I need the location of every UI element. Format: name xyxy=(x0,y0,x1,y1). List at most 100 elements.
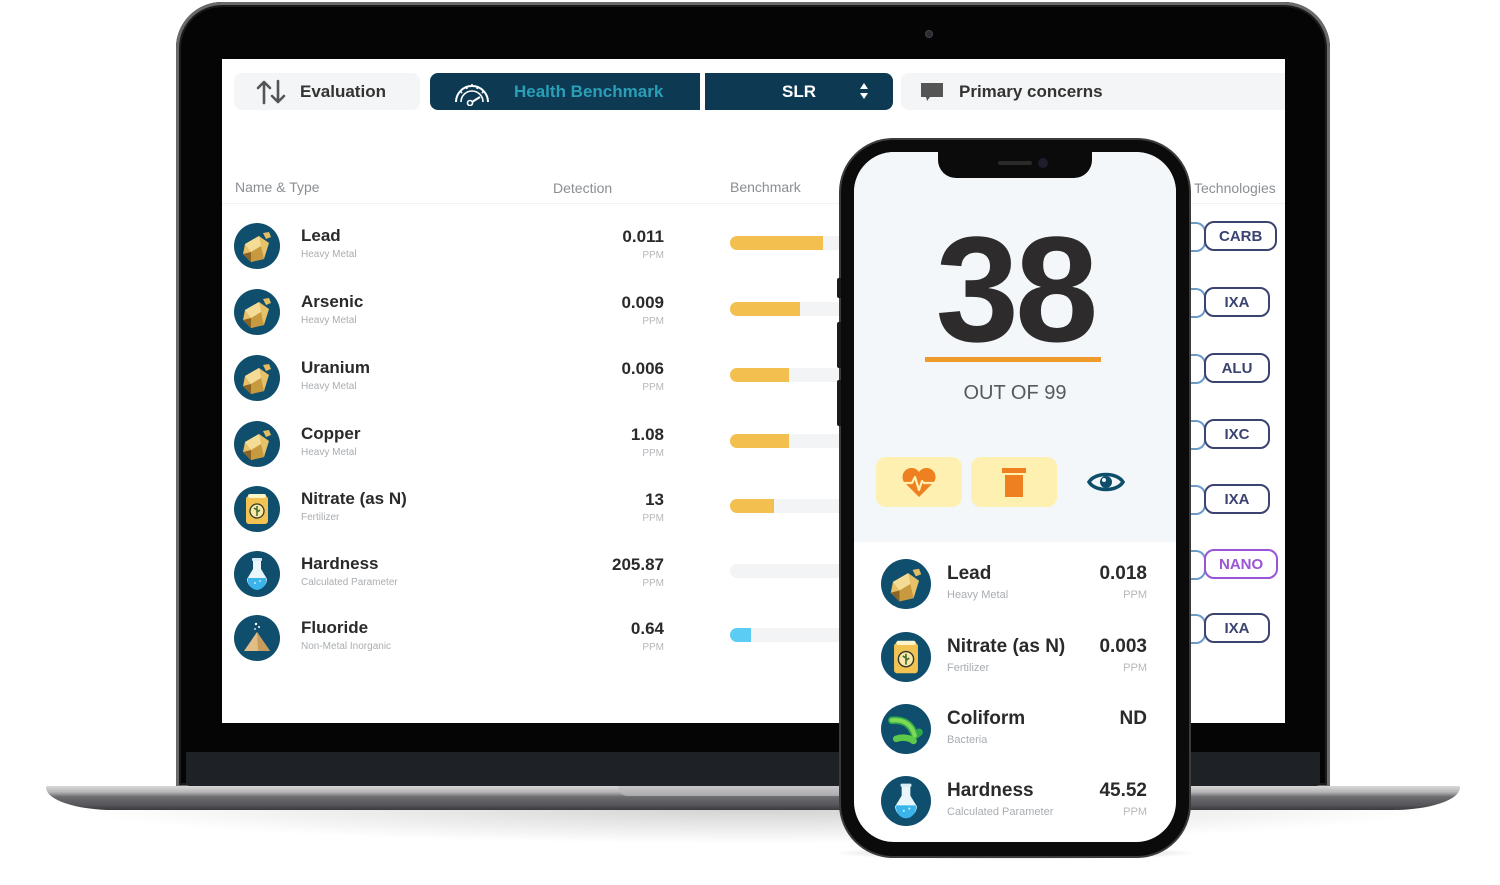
phone-camera xyxy=(1038,158,1048,168)
eye-icon[interactable] xyxy=(1086,465,1126,499)
detection-unit: PPM xyxy=(642,448,664,459)
benchmark-bar xyxy=(730,499,855,513)
detection-value: 0.006 xyxy=(621,359,664,378)
technology-badge[interactable]: CARB xyxy=(1204,221,1278,251)
health-action-button[interactable] xyxy=(876,457,962,507)
contaminant-type: Heavy Metal xyxy=(301,315,357,326)
laptop-camera xyxy=(925,30,933,38)
tab-health-benchmark[interactable]: Health Benchmark xyxy=(430,73,700,110)
contaminant-name: Hardness xyxy=(947,780,1034,801)
tab-primary-concerns-label: Primary concerns xyxy=(959,81,1103,101)
phone-notch xyxy=(938,152,1092,178)
benchmark-bar-fill xyxy=(730,236,823,250)
rock-icon xyxy=(234,421,280,467)
heart-pulse-icon xyxy=(902,467,936,497)
detection-unit: PPM xyxy=(1123,662,1147,674)
contaminant-type: Fertilizer xyxy=(301,512,340,523)
contaminant-name: Coliform xyxy=(947,708,1026,729)
contaminant-name: Fluoride xyxy=(301,618,369,637)
contaminant-type: Heavy Metal xyxy=(301,381,357,392)
detection-value: 13 xyxy=(645,490,664,509)
rock-icon xyxy=(234,223,280,269)
benchmark-bar xyxy=(730,564,855,578)
flask-icon xyxy=(234,551,280,597)
contaminant-type: Calculated Parameter xyxy=(947,806,1054,818)
tab-bar: Evaluation Health Benchmark SLR Primary … xyxy=(234,73,1285,111)
speech-bubble-icon xyxy=(921,82,943,101)
detection-unit: PPM xyxy=(642,250,664,261)
water-score: 38 xyxy=(935,205,1099,373)
contaminant-name: Nitrate (as N) xyxy=(947,636,1066,657)
detection-unit: PPM xyxy=(642,513,664,524)
laptop-shadow xyxy=(70,808,1440,844)
column-header-detection[interactable]: Detection xyxy=(553,180,612,196)
list-item[interactable]: Lead Heavy Metal 0.018 PPM xyxy=(881,559,1159,613)
technology-badge[interactable]: IXA xyxy=(1204,613,1270,643)
benchmark-bar-fill xyxy=(730,368,789,382)
contaminant-name: Hardness xyxy=(301,554,379,573)
column-header-technologies[interactable]: Technologies xyxy=(1194,180,1276,196)
contaminant-type: Non-Metal Inorganic xyxy=(301,641,392,652)
detection-unit: PPM xyxy=(1123,589,1147,601)
phone-mute-switch xyxy=(837,278,841,298)
select-arrows-icon xyxy=(860,83,868,99)
technology-badge[interactable]: IXA xyxy=(1204,484,1270,514)
detection-unit: PPM xyxy=(642,578,664,589)
list-item[interactable]: Hardness Calculated Parameter 45.52 PPM xyxy=(881,776,1159,830)
tab-evaluation-label: Evaluation xyxy=(300,81,386,101)
detection-value: 0.009 xyxy=(621,293,664,312)
detection-unit: PPM xyxy=(642,316,664,327)
benchmark-bar xyxy=(730,628,855,642)
phone-volume-down-button xyxy=(837,380,841,426)
phone-volume-up-button xyxy=(837,322,841,368)
tab-primary-concerns[interactable]: Primary concerns xyxy=(901,73,1285,110)
phone-screen: 38 OUT OF 99 Lead Heavy Metal 0.018 PPM Nitr… xyxy=(854,152,1176,842)
contaminant-name: Nitrate (as N) xyxy=(301,489,407,508)
tab-health-benchmark-label: Health Benchmark xyxy=(514,81,664,101)
contaminant-type: Bacteria xyxy=(947,734,988,746)
rock-icon xyxy=(881,559,931,609)
filter-cartridge-icon xyxy=(1002,468,1026,497)
filter-action-button[interactable] xyxy=(971,457,1057,507)
sand-pile-icon xyxy=(234,615,280,661)
contaminant-name: Arsenic xyxy=(301,292,364,311)
column-header-name-type[interactable]: Name & Type xyxy=(235,179,320,195)
tab-evaluation[interactable]: Evaluation xyxy=(234,73,420,110)
standard-select-value: SLR xyxy=(782,81,816,101)
score-underline xyxy=(925,357,1101,362)
benchmark-bar xyxy=(730,434,855,448)
detection-value: 0.018 xyxy=(1099,563,1147,584)
contaminant-type: Heavy Metal xyxy=(947,589,1009,601)
technology-badge[interactable]: IXA xyxy=(1204,287,1270,317)
benchmark-bar xyxy=(730,236,855,250)
detection-unit: PPM xyxy=(642,382,664,393)
column-header-benchmark[interactable]: Benchmark xyxy=(730,179,801,195)
contaminant-type: Heavy Metal xyxy=(301,249,357,260)
standard-select[interactable]: SLR xyxy=(705,73,893,110)
technology-badge[interactable]: IXC xyxy=(1204,419,1270,449)
contaminant-name: Lead xyxy=(947,563,992,584)
technology-badge[interactable]: ALU xyxy=(1204,353,1270,383)
benchmark-bar-fill xyxy=(730,628,752,642)
contaminant-name: Lead xyxy=(301,226,341,245)
detection-value: 0.011 xyxy=(622,227,664,246)
benchmark-bar xyxy=(730,302,855,316)
fertilizer-bag-icon xyxy=(234,486,280,532)
list-item[interactable]: Nitrate (as N) Fertilizer 0.003 PPM xyxy=(881,632,1159,686)
detection-unit: PPM xyxy=(642,642,664,653)
list-item[interactable]: Coliform Bacteria ND xyxy=(881,704,1159,758)
detection-value: 0.64 xyxy=(630,619,664,638)
contaminant-type: Calculated Parameter xyxy=(301,577,398,588)
phone-speaker xyxy=(998,161,1032,165)
contaminant-type: Fertilizer xyxy=(947,662,990,674)
detection-value: 0.003 xyxy=(1099,636,1147,657)
score-subtitle: OUT OF 99 xyxy=(963,382,1067,404)
flask-icon xyxy=(881,776,931,826)
detection-value: 1.08 xyxy=(630,425,664,444)
technology-badge[interactable]: NANO xyxy=(1204,549,1279,579)
benchmark-bar-fill xyxy=(730,499,774,513)
bacteria-icon xyxy=(881,704,931,754)
contaminant-name: Copper xyxy=(301,424,361,443)
benchmark-bar-fill xyxy=(730,434,789,448)
phone-frame: 38 OUT OF 99 Lead Heavy Metal 0.018 PPM Nitr… xyxy=(837,140,1189,856)
